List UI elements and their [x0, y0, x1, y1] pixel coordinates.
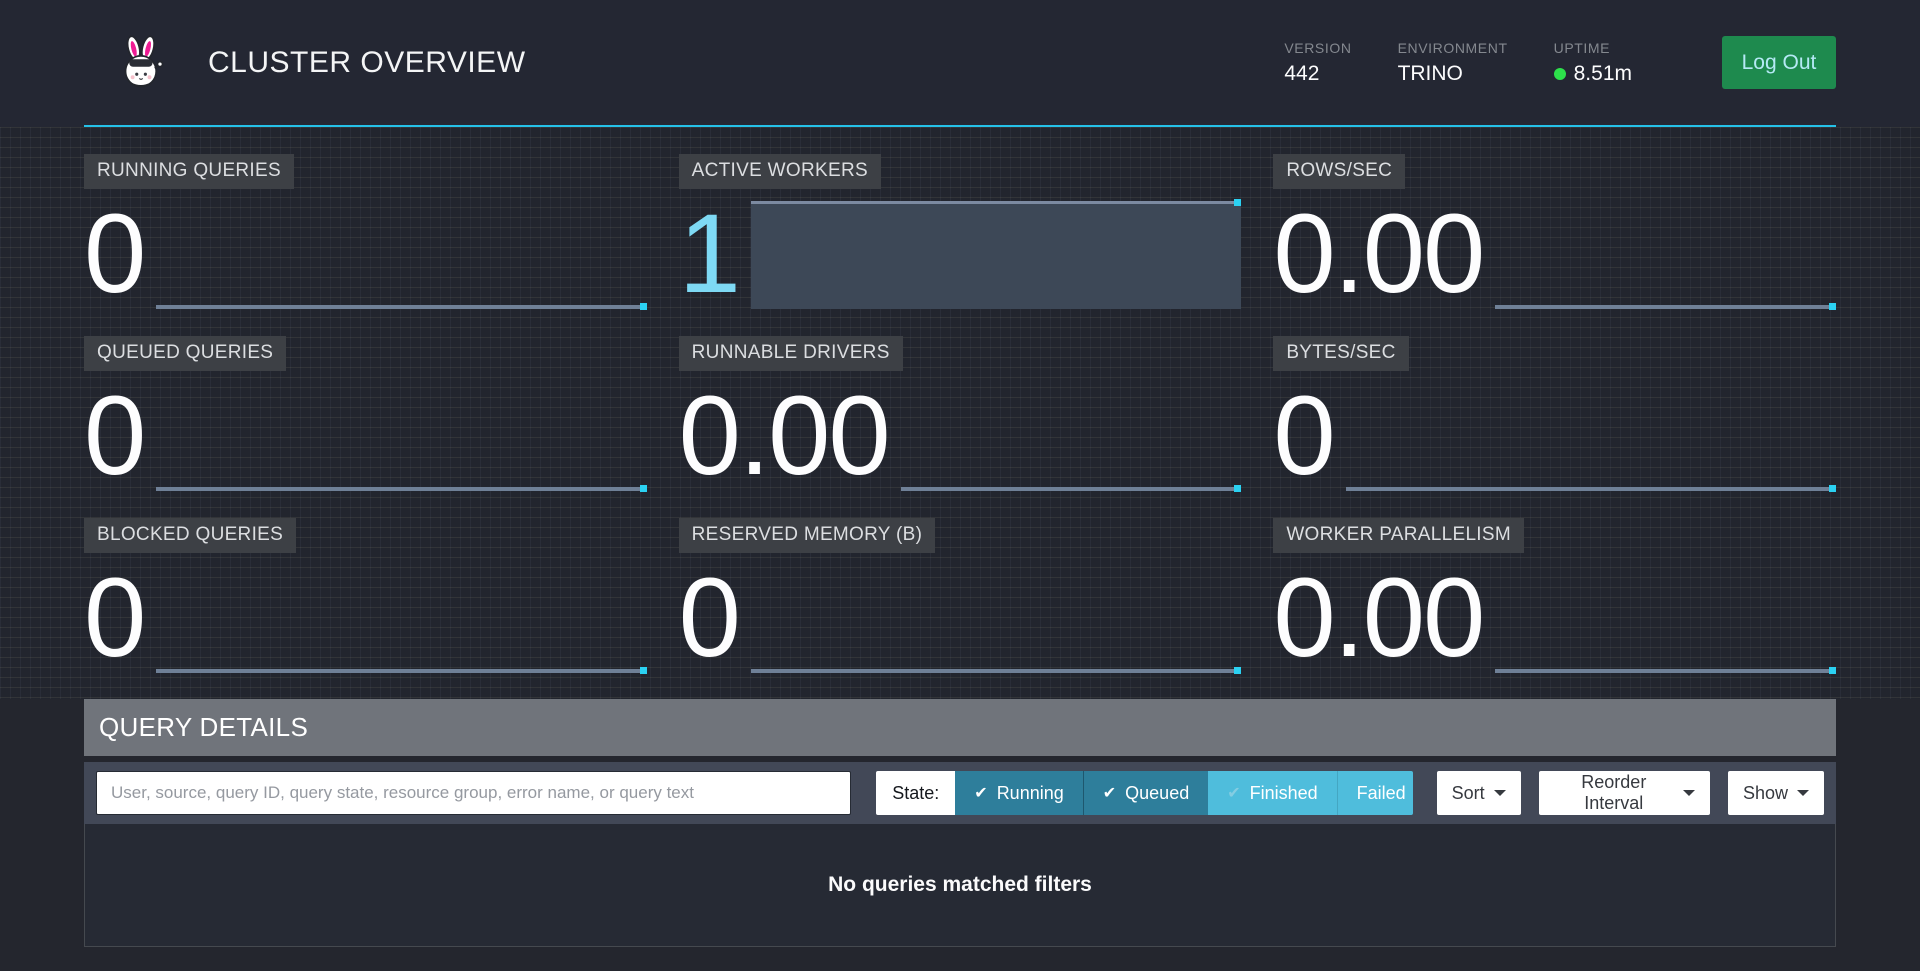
empty-state-message: No queries matched filters [828, 873, 1092, 897]
sparkline-chart [751, 565, 1241, 673]
state-filter-group: State: ✔ Running ✔ Queued ✔ Finished Fai… [876, 771, 1412, 815]
stat-label: BYTES/SEC [1273, 336, 1408, 371]
sparkline-dot-icon [1234, 199, 1241, 206]
version-label: VERSION [1284, 40, 1351, 56]
sparkline-dot-icon [1829, 667, 1836, 674]
stat-card-queued-queries: QUEUED QUERIES 0 [84, 336, 647, 491]
stat-value: 0 [679, 563, 739, 673]
stat-label: RUNNING QUERIES [84, 154, 294, 189]
query-details-title: QUERY DETAILS [84, 699, 1836, 756]
uptime-label: UPTIME [1554, 40, 1632, 56]
uptime-status-dot-icon [1554, 68, 1566, 80]
app-header: CLUSTER OVERVIEW VERSION 442 ENVIRONMENT… [0, 0, 1920, 127]
trino-bunny-logo-icon [118, 35, 166, 91]
chevron-down-icon [1797, 790, 1809, 796]
stat-value: 0 [84, 563, 144, 673]
stat-value: 0 [1273, 381, 1333, 491]
sparkline-chart [1346, 383, 1836, 491]
stat-card-active-workers: ACTIVE WORKERS 1 [679, 154, 1242, 309]
stat-card-rows-per-sec: ROWS/SEC 0.00 [1273, 154, 1836, 309]
environment-info: ENVIRONMENT TRINO [1398, 40, 1508, 86]
page-title: CLUSTER OVERVIEW [208, 46, 526, 80]
sparkline-dot-icon [640, 485, 647, 492]
query-filter-toolbar: State: ✔ Running ✔ Queued ✔ Finished Fai… [84, 762, 1836, 824]
stat-value: 1 [679, 199, 739, 309]
filter-running-button[interactable]: ✔ Running [955, 771, 1082, 815]
stat-label: QUEUED QUERIES [84, 336, 286, 371]
sort-dropdown-button[interactable]: Sort [1437, 771, 1521, 815]
stat-card-runnable-drivers: RUNNABLE DRIVERS 0.00 [679, 336, 1242, 491]
sparkline-dot-icon [1829, 303, 1836, 310]
stat-label: BLOCKED QUERIES [84, 518, 296, 553]
chevron-down-icon [1683, 790, 1695, 796]
check-icon: ✔ [1227, 783, 1240, 803]
stat-card-worker-parallelism: WORKER PARALLELISM 0.00 [1273, 518, 1836, 673]
stat-value: 0.00 [679, 381, 889, 491]
environment-label: ENVIRONMENT [1398, 40, 1508, 56]
reorder-interval-dropdown-button[interactable]: Reorder Interval [1539, 771, 1710, 815]
sparkline-dot-icon [640, 667, 647, 674]
query-details-section: QUERY DETAILS State: ✔ Running ✔ Queued … [84, 699, 1836, 947]
check-icon: ✔ [974, 783, 987, 803]
check-icon: ✔ [1103, 783, 1116, 803]
sparkline-chart [1495, 565, 1836, 673]
uptime-info: UPTIME 8.51m [1554, 40, 1632, 86]
sparkline-dot-icon [1829, 485, 1836, 492]
version-value: 442 [1284, 62, 1351, 86]
filter-queued-button[interactable]: ✔ Queued [1083, 771, 1208, 815]
sparkline-chart [751, 201, 1241, 309]
cluster-stats-grid: RUNNING QUERIES 0 ACTIVE WORKERS 1 ROWS/… [0, 127, 1920, 699]
environment-value: TRINO [1398, 62, 1508, 86]
stat-value: 0.00 [1273, 563, 1483, 673]
sparkline-dot-icon [640, 303, 647, 310]
stat-card-blocked-queries: BLOCKED QUERIES 0 [84, 518, 647, 673]
version-info: VERSION 442 [1284, 40, 1351, 86]
stat-label: WORKER PARALLELISM [1273, 518, 1524, 553]
uptime-value: 8.51m [1574, 62, 1632, 86]
sparkline-chart [156, 383, 646, 491]
filter-finished-button[interactable]: ✔ Finished [1208, 771, 1336, 815]
sparkline-chart [156, 201, 646, 309]
sparkline-chart [901, 383, 1242, 491]
stat-label: ACTIVE WORKERS [679, 154, 881, 189]
query-list-empty-state: No queries matched filters [84, 824, 1836, 947]
chevron-down-icon [1494, 790, 1506, 796]
stat-value: 0 [84, 381, 144, 491]
sparkline-chart [156, 565, 646, 673]
stat-card-reserved-memory: RESERVED MEMORY (B) 0 [679, 518, 1242, 673]
stat-label: RESERVED MEMORY (B) [679, 518, 936, 553]
query-search-input[interactable] [96, 771, 851, 815]
show-dropdown-button[interactable]: Show [1728, 771, 1824, 815]
filter-failed-dropdown-button[interactable]: Failed [1337, 771, 1413, 815]
state-filter-label: State: [876, 771, 955, 815]
stat-value: 0 [84, 199, 144, 309]
stat-value: 0.00 [1273, 199, 1483, 309]
stat-label: ROWS/SEC [1273, 154, 1405, 189]
stat-card-bytes-per-sec: BYTES/SEC 0 [1273, 336, 1836, 491]
sparkline-chart [1495, 201, 1836, 309]
sparkline-dot-icon [1234, 667, 1241, 674]
stat-label: RUNNABLE DRIVERS [679, 336, 903, 371]
stat-card-running-queries: RUNNING QUERIES 0 [84, 154, 647, 309]
logout-button[interactable]: Log Out [1722, 36, 1836, 89]
sparkline-dot-icon [1234, 485, 1241, 492]
